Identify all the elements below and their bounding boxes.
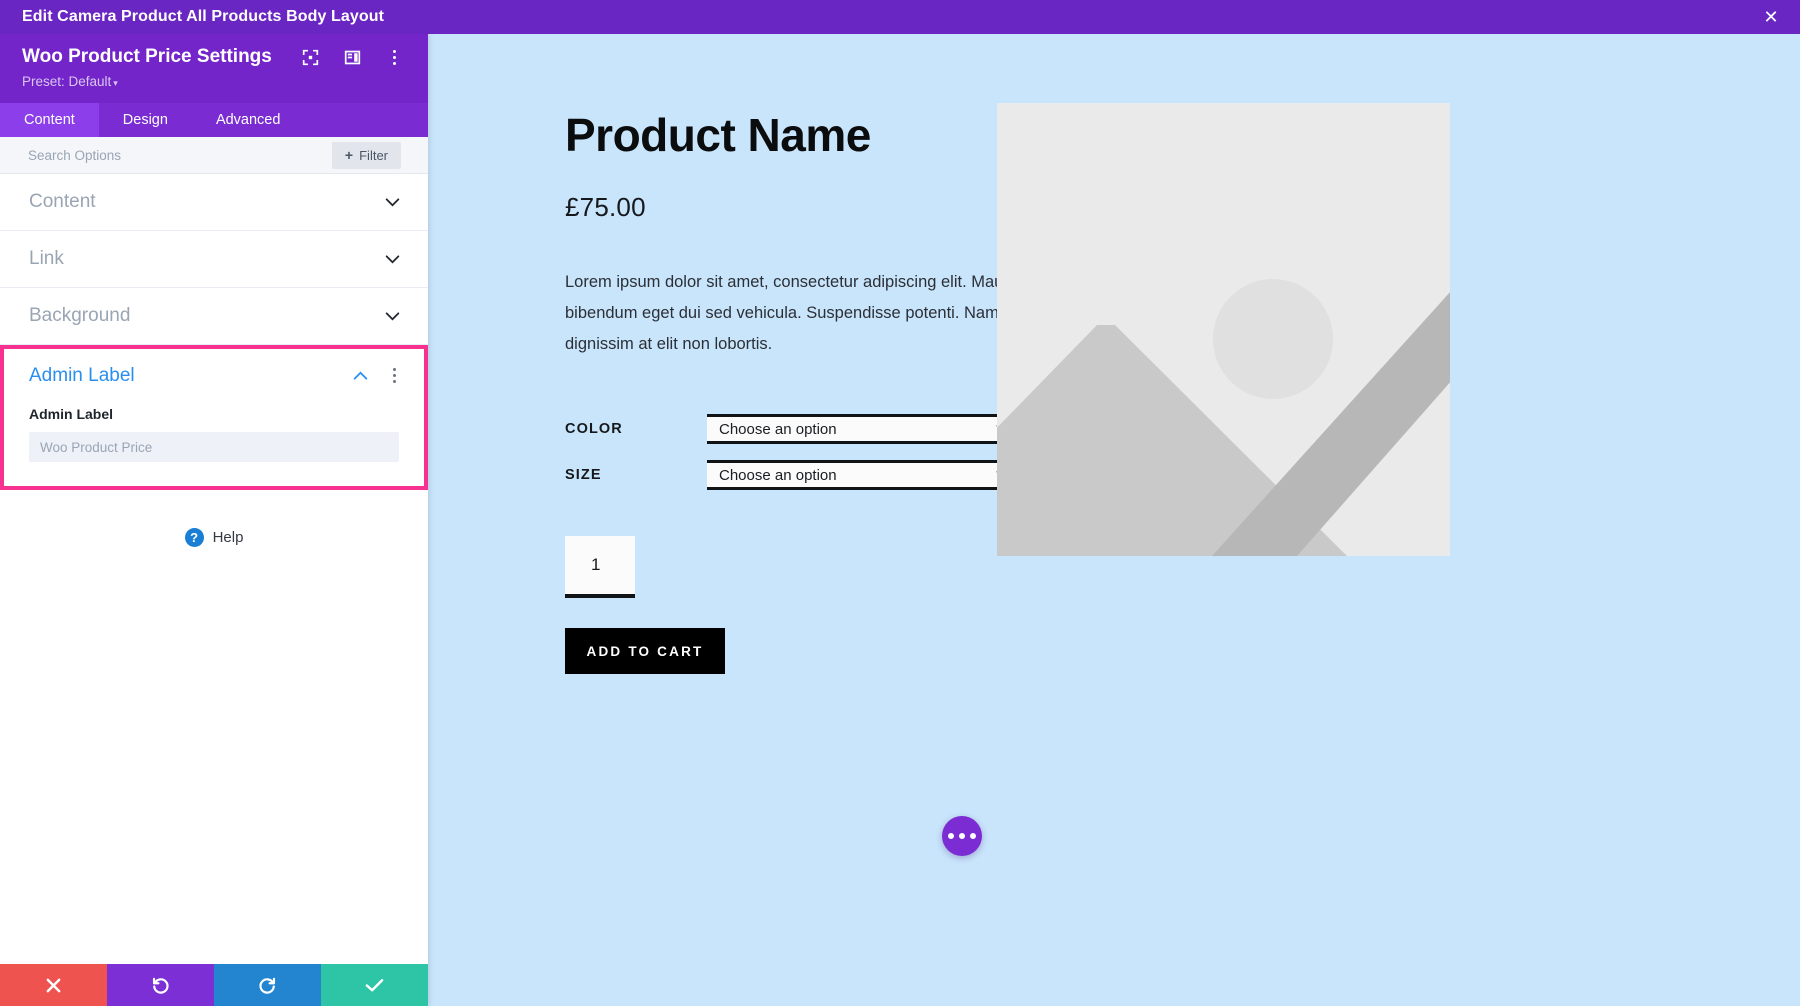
section-label: Link (29, 248, 64, 270)
section-content[interactable]: Content (0, 174, 428, 231)
section-link[interactable]: Link (0, 231, 428, 288)
section-background[interactable]: Background (0, 288, 428, 345)
quantity-input[interactable]: 1 (565, 536, 635, 598)
redo-button[interactable] (214, 964, 321, 1006)
tab-content[interactable]: Content (0, 103, 99, 137)
more-options-icon[interactable] (384, 47, 404, 67)
color-select[interactable]: Choose an option (707, 414, 1020, 444)
section-label: Content (29, 191, 96, 213)
size-select[interactable]: Choose an option (707, 460, 1020, 490)
search-input[interactable] (28, 148, 332, 163)
page-title: Edit Camera Product All Products Body La… (22, 8, 384, 26)
close-icon[interactable]: ✕ (1758, 4, 1784, 30)
tab-design[interactable]: Design (99, 103, 192, 137)
size-select-value: Choose an option (719, 467, 837, 484)
focus-target-icon[interactable] (300, 47, 320, 67)
section-admin-label-body: Admin Label (4, 402, 424, 486)
undo-button[interactable] (107, 964, 214, 1006)
product-image-placeholder (997, 103, 1450, 556)
help-label: Help (213, 529, 244, 546)
save-button[interactable] (321, 964, 428, 1006)
layout-columns-icon[interactable] (342, 47, 362, 67)
question-mark-icon: ? (185, 528, 204, 547)
section-label: Background (29, 305, 130, 327)
settings-header-icons (300, 47, 410, 67)
attribute-label: SIZE (565, 467, 707, 483)
section-admin-label-header[interactable]: Admin Label (4, 349, 424, 402)
divi-builder-screen: Edit Camera Product All Products Body La… (0, 0, 1800, 1006)
section-options-icon[interactable] (384, 366, 404, 386)
settings-title: Woo Product Price Settings (22, 46, 272, 68)
settings-tabs: Content Design Advanced (0, 103, 428, 137)
chevron-down-icon: ▾ (113, 78, 118, 88)
chevron-down-icon (385, 252, 400, 267)
settings-panel: Woo Product Price Settings (0, 34, 428, 1006)
settings-panel-header: Woo Product Price Settings (0, 34, 428, 103)
section-label: Admin Label (29, 365, 135, 387)
admin-label-input[interactable] (29, 432, 399, 462)
filter-label: Filter (359, 148, 388, 163)
filter-button[interactable]: + Filter (332, 142, 401, 169)
more-actions-fab[interactable] (942, 816, 982, 856)
chevron-up-icon[interactable] (353, 368, 368, 383)
preset-label: Preset: Default (22, 74, 111, 89)
discard-button[interactable] (0, 964, 107, 1006)
option-sections: Content Link Background Admin Label (0, 174, 428, 490)
attribute-label: COLOR (565, 421, 707, 437)
plus-icon: + (345, 148, 353, 162)
panel-action-bar (0, 964, 428, 1006)
chevron-down-icon (385, 195, 400, 210)
search-options-row: + Filter (0, 137, 428, 174)
section-admin-label-highlight: Admin Label Admin Label (0, 345, 428, 490)
admin-label-field-label: Admin Label (29, 406, 399, 422)
chevron-down-icon (385, 309, 400, 324)
help-link[interactable]: ? Help (0, 528, 428, 547)
top-bar: Edit Camera Product All Products Body La… (0, 0, 1800, 34)
color-select-value: Choose an option (719, 421, 837, 438)
product-description: Lorem ipsum dolor sit amet, consectetur … (565, 267, 1055, 360)
add-to-cart-button[interactable]: ADD TO CART (565, 628, 725, 674)
tab-advanced[interactable]: Advanced (192, 103, 305, 137)
preset-selector[interactable]: Preset: Default▾ (22, 74, 410, 89)
preview-canvas: Product Name £75.00 Lorem ipsum dolor si… (428, 34, 1800, 1006)
